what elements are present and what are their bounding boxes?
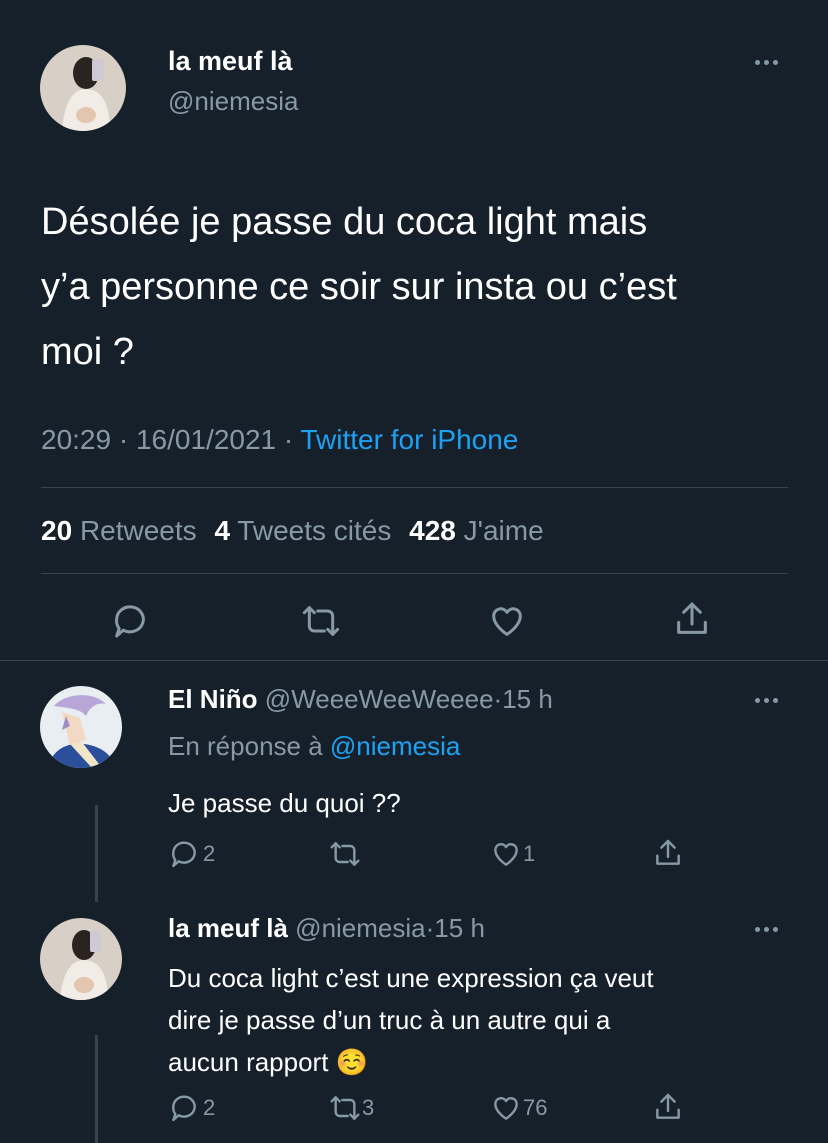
retweets-count: 20: [41, 515, 73, 546]
tweet-meta: 20:29 · 16/01/2021 · Twitter for iPhone: [41, 424, 518, 456]
engagement-stats: 20 Retweets 4 Tweets cités 428 J'aime: [41, 515, 544, 547]
reply-context: En réponse à @niemesia: [168, 731, 460, 762]
more-icon[interactable]: [755, 698, 778, 703]
like-icon: [490, 838, 522, 870]
divider: [0, 660, 828, 661]
meta-separator: ·: [118, 424, 129, 455]
like-icon: [490, 1092, 522, 1124]
retweet-icon: [328, 1092, 362, 1124]
retweet-icon[interactable]: [300, 601, 342, 641]
smiling-face-emoji: ☺️: [335, 1047, 369, 1077]
reply-text-line-2: dire je passe d’un truc à un autre qui a: [168, 1005, 611, 1035]
retweets-stat[interactable]: 20 Retweets: [41, 515, 204, 546]
share-icon[interactable]: [652, 837, 684, 869]
like-action[interactable]: 76: [490, 1092, 547, 1124]
retweet-count: 3: [362, 1095, 375, 1120]
like-count: 76: [523, 1095, 548, 1120]
reply-text: Du coca light c’est une expression ça ve…: [168, 957, 808, 1083]
meta-separator: ·: [493, 684, 503, 714]
quotes-label: Tweets cités: [237, 515, 392, 546]
reply-handle[interactable]: @niemesia: [295, 913, 425, 943]
reply-header: El Niño @WeeeWeeWeeee·15 h: [168, 684, 553, 715]
reply-avatar[interactable]: [40, 918, 122, 1000]
author-handle[interactable]: @niemesia: [168, 86, 298, 117]
author-display-name[interactable]: la meuf là: [168, 46, 293, 77]
reply-icon: [168, 838, 200, 870]
reply-display-name[interactable]: la meuf là: [168, 913, 288, 943]
reply-count: 2: [203, 1095, 216, 1120]
reply-display-name[interactable]: El Niño: [168, 684, 258, 714]
retweets-label: Retweets: [79, 515, 197, 546]
reply-text: Je passe du quoi ??: [168, 788, 401, 818]
tweet-time[interactable]: 20:29: [41, 424, 111, 455]
likes-label: J'aime: [463, 515, 544, 546]
more-icon[interactable]: [755, 60, 778, 65]
quotes-count: 4: [214, 515, 231, 546]
tweet-text-line-1: Désolée je passe du coca light mais: [41, 201, 648, 243]
reply-action[interactable]: 2: [168, 838, 215, 870]
like-icon[interactable]: [487, 601, 527, 641]
reply-avatar[interactable]: [40, 686, 122, 768]
likes-count: 428: [409, 515, 456, 546]
reply-count: 2: [203, 841, 216, 866]
divider: [41, 573, 788, 574]
reply-time[interactable]: 15 h: [502, 684, 553, 714]
reply-text-line-3: aucun rapport ☺️: [168, 1041, 808, 1083]
meta-separator: ·: [283, 424, 294, 455]
tweet-date[interactable]: 16/01/2021: [136, 424, 276, 455]
thread-line: [95, 805, 98, 902]
reply-icon[interactable]: [110, 601, 150, 641]
reply-text-line-3-text: aucun rapport: [168, 1047, 329, 1077]
thread-line: [95, 1035, 98, 1143]
meta-separator: ·: [425, 913, 435, 943]
reply-header: la meuf là @niemesia·15 h: [168, 913, 485, 944]
reply-handle[interactable]: @WeeeWeeWeeee: [265, 684, 494, 714]
author-avatar[interactable]: [40, 45, 126, 131]
reply-action[interactable]: 2: [168, 1092, 215, 1124]
tweet-text-line-2: y’a personne ce soir sur insta ou c’est: [41, 266, 677, 308]
share-icon[interactable]: [652, 1091, 684, 1123]
reply-icon: [168, 1092, 200, 1124]
retweet-action[interactable]: [328, 838, 362, 870]
tweet-text-line-3: moi ?: [41, 331, 134, 373]
reply-to-handle[interactable]: @niemesia: [330, 731, 460, 761]
reply-text-line-1: Du coca light c’est une expression ça ve…: [168, 963, 654, 993]
tweet-source[interactable]: Twitter for iPhone: [301, 424, 519, 455]
divider: [41, 487, 788, 488]
reply-time[interactable]: 15 h: [434, 913, 485, 943]
more-icon[interactable]: [755, 927, 778, 932]
retweet-icon: [328, 838, 362, 870]
likes-stat[interactable]: 428 J'aime: [409, 515, 544, 546]
share-icon[interactable]: [672, 599, 712, 639]
quotes-stat[interactable]: 4 Tweets cités: [214, 515, 399, 546]
tweet-text: Désolée je passe du coca light mais y’a …: [41, 190, 801, 385]
retweet-action[interactable]: 3: [328, 1092, 374, 1124]
reply-prefix: En réponse à: [168, 731, 323, 761]
like-action[interactable]: 1: [490, 838, 535, 870]
like-count: 1: [523, 841, 536, 866]
